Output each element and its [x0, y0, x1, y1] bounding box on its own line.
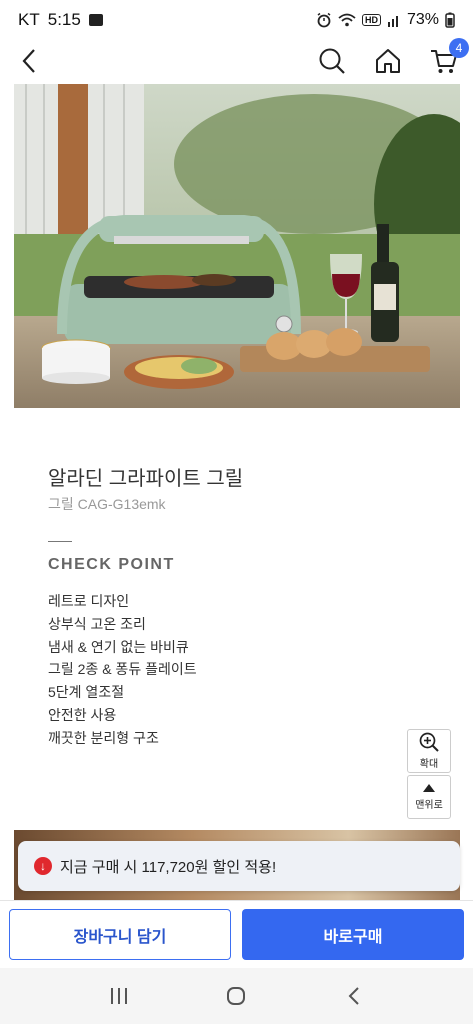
product-photo-grill[interactable]	[14, 84, 460, 408]
top-nav: 4	[0, 38, 473, 82]
section-divider	[48, 541, 72, 542]
chevron-left-icon	[22, 49, 35, 73]
check-point-item: 5단계 열조절	[48, 684, 125, 701]
clock: 5:15	[47, 10, 81, 29]
home-icon	[376, 49, 400, 73]
android-nav-bar	[0, 968, 473, 1024]
check-point-list: 레트로 디자인 상부식 고온 조리 냄새 & 연기 없는 바비큐 그릴 2종 &…	[48, 590, 197, 750]
cart-button[interactable]: 4	[429, 38, 469, 76]
scroll-top-button[interactable]: 맨위로	[407, 775, 451, 819]
recent-apps-icon	[110, 988, 127, 1004]
product-photo-grill-illustration	[14, 84, 460, 408]
recent-apps-button[interactable]	[99, 976, 139, 1016]
check-point-item: 상부식 고온 조리	[48, 615, 146, 632]
product-model: 그릴 CAG-G13emk	[48, 496, 166, 512]
check-point-item: 레트로 디자인	[48, 593, 130, 609]
action-bar: 장바구니 담기 바로구매	[0, 900, 473, 968]
status-right: HD 73%	[316, 11, 455, 29]
hd-icon: HD	[361, 14, 381, 26]
nav-actions: 4	[317, 38, 469, 76]
back-nav-icon	[348, 987, 359, 1005]
check-point-item: 깨끗한 분리형 구조	[48, 729, 159, 746]
wifi-icon	[338, 13, 356, 27]
cart-count-badge: 4	[449, 38, 469, 58]
battery-level: 73%	[406, 11, 439, 28]
gallery-icon	[88, 14, 103, 26]
home-circle-icon	[227, 987, 246, 1005]
home-nav-button[interactable]	[216, 976, 256, 1016]
buy-now-button[interactable]: 바로구매	[242, 909, 464, 960]
alarm-icon	[317, 12, 331, 28]
search-icon	[319, 48, 345, 74]
check-point-item: 냄새 & 연기 없는 바비큐	[48, 638, 189, 655]
status-bar: KT 5:15 HD 73%	[0, 0, 473, 40]
add-to-cart-button[interactable]: 장바구니 담기	[9, 909, 231, 960]
scroll-top-label: 맨위로	[415, 800, 443, 811]
zoom-in-icon	[419, 732, 439, 752]
discount-toast[interactable]: ↓ 지금 구매 시 117,720원 할인 적용!	[18, 841, 460, 891]
check-point-title: CHECK POINT	[48, 556, 175, 573]
back-nav-button[interactable]	[334, 976, 374, 1016]
check-point-item: 안전한 사용	[48, 706, 117, 723]
triangle-up-icon	[423, 784, 435, 792]
search-button[interactable]	[317, 46, 347, 76]
product-title: 알라딘 그라파이트 그릴	[48, 468, 244, 490]
status-left: KT 5:15	[18, 10, 103, 30]
check-point-item: 그릴 2종 & 퐁듀 플레이트	[48, 661, 197, 678]
zoom-button[interactable]: 확대	[407, 729, 451, 773]
carrier-label: KT	[18, 10, 40, 29]
back-button[interactable]	[14, 46, 44, 76]
home-button[interactable]	[373, 46, 403, 76]
battery-icon	[445, 12, 455, 28]
discount-text: 지금 구매 시 117,720원 할인 적용!	[60, 858, 277, 876]
down-arrow-circle-icon: ↓	[34, 857, 52, 875]
zoom-label: 확대	[419, 759, 439, 770]
signal-icon	[387, 16, 398, 27]
